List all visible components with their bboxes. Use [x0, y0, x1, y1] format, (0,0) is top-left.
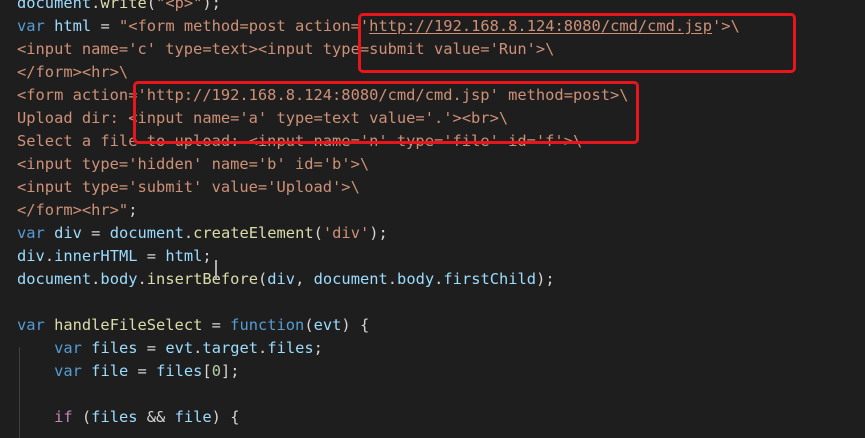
code-token: ) { — [211, 408, 240, 426]
code-token: ); — [369, 224, 388, 242]
code-line[interactable]: var handleFileSelect = function(evt) { — [0, 314, 865, 337]
code-token: . — [387, 270, 398, 288]
code-token: "<form method=post action=' — [118, 17, 370, 35]
code-token: files — [267, 339, 314, 357]
code-line[interactable] — [0, 383, 865, 406]
code-token: ( — [72, 408, 92, 426]
code-token: . — [44, 247, 55, 265]
code-token: document — [17, 0, 92, 12]
code-token: document — [17, 270, 92, 288]
code-token: write — [100, 0, 147, 12]
code-token: files — [156, 362, 203, 380]
code-token: = — [91, 17, 119, 35]
code-token: = — [137, 339, 166, 357]
code-editor[interactable]: document.write("<p>"); var html = "<form … — [0, 0, 865, 438]
code-line[interactable]: var file = files[0]; — [0, 360, 865, 383]
code-line[interactable]: var files = evt.target.files; — [0, 337, 865, 360]
code-token: firstChild — [443, 270, 537, 288]
code-token: <input type='submit' value='Upload'>\ — [17, 178, 360, 196]
code-line[interactable]: var div = document.createElement('div'); — [0, 222, 865, 245]
code-token: html — [165, 247, 203, 265]
code-line[interactable]: <input type='submit' value='Upload'>\ — [0, 176, 865, 199]
code-token: var — [17, 316, 45, 334]
code-token: = — [202, 316, 231, 334]
code-token: files — [91, 339, 138, 357]
code-token: , — [295, 270, 314, 288]
code-token: div — [267, 270, 296, 288]
code-token: body — [397, 270, 435, 288]
indent-guide — [19, 347, 20, 438]
code-token: </form><hr>" — [17, 201, 129, 219]
code-token: ( — [304, 316, 314, 334]
code-token: ); — [202, 0, 221, 12]
code-token: = — [137, 247, 166, 265]
code-token: files — [91, 408, 138, 426]
code-line[interactable]: </form><hr>"; — [0, 199, 865, 222]
code-token: . — [434, 270, 444, 288]
code-token: div — [54, 224, 82, 242]
code-token: <input type='hidden' name='b' id='b'>\ — [17, 155, 370, 173]
code-token: body — [100, 270, 138, 288]
code-line[interactable]: if (files && file) { — [0, 406, 865, 429]
code-token: var — [17, 224, 45, 242]
code-token: [ — [202, 362, 212, 380]
code-token: && — [137, 408, 175, 426]
code-token: . — [258, 339, 268, 357]
code-token: innerHTML — [54, 247, 138, 265]
code-token: file — [174, 408, 212, 426]
highlight-box-action-url — [358, 13, 796, 73]
code-token: evt — [313, 316, 342, 334]
code-token: ) { — [341, 316, 370, 334]
code-token: document — [109, 224, 184, 242]
code-line[interactable]: <input type='hidden' name='b' id='b'>\ — [0, 153, 865, 176]
code-token: var — [54, 362, 82, 380]
code-token: insertBefore — [146, 270, 258, 288]
code-token: 'div' — [322, 224, 370, 242]
code-token: createElement — [193, 224, 314, 242]
code-token: var — [54, 339, 82, 357]
code-token: document — [313, 270, 388, 288]
code-token: ; — [313, 339, 323, 357]
code-token: div — [17, 247, 45, 265]
code-token: ( — [146, 0, 157, 12]
code-token: = — [81, 224, 110, 242]
code-token: "<p>" — [156, 0, 203, 12]
code-token: ); — [536, 270, 555, 288]
code-token: handleFileSelect — [54, 316, 203, 334]
code-token: file — [91, 362, 129, 380]
code-token: function — [230, 316, 305, 334]
code-token: 0 — [211, 362, 221, 380]
code-token: ]; — [220, 362, 240, 380]
code-token: if — [54, 408, 73, 426]
text-cursor — [215, 260, 217, 280]
code-token: ; — [128, 201, 138, 219]
code-token: </form><hr>\ — [17, 63, 129, 81]
code-token: = — [128, 362, 157, 380]
code-line[interactable]: document.body.insertBefore(div, document… — [0, 268, 865, 291]
code-token: var — [17, 17, 45, 35]
code-token: evt — [165, 339, 194, 357]
code-token: . — [183, 224, 194, 242]
code-line[interactable] — [0, 291, 865, 314]
code-line[interactable]: div.innerHTML = html; — [0, 245, 865, 268]
code-token: . — [137, 270, 147, 288]
code-token: html — [54, 17, 92, 35]
code-token: ; — [202, 247, 212, 265]
highlight-box-upload-form — [133, 81, 639, 144]
code-token: ( — [257, 270, 268, 288]
code-token: ( — [313, 224, 323, 242]
code-token: target — [202, 339, 259, 357]
